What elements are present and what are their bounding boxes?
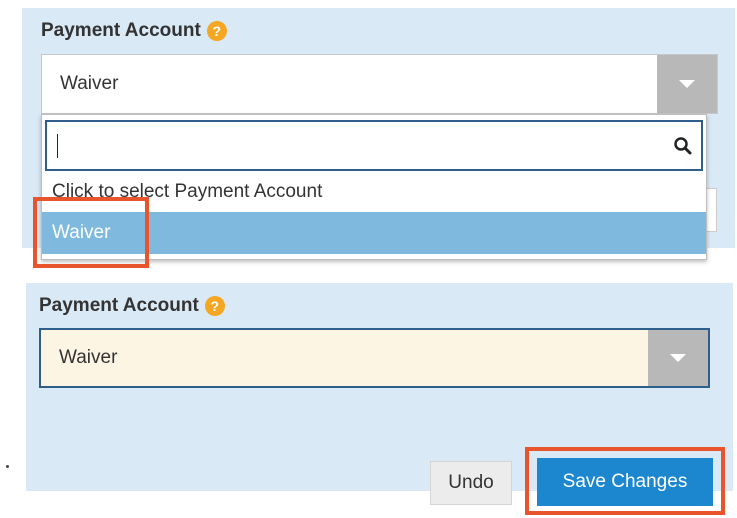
dropdown-search[interactable] — [45, 120, 703, 171]
dropdown-toggle[interactable] — [648, 330, 708, 386]
undo-button[interactable]: Undo — [430, 461, 512, 505]
option-waiver[interactable]: Waiver — [42, 212, 706, 254]
selected-value: Waiver — [59, 347, 118, 368]
chevron-down-icon — [679, 80, 695, 88]
dropdown-toggle[interactable] — [657, 55, 717, 113]
payment-account-label: Payment Account ? — [41, 20, 227, 42]
save-changes-button[interactable]: Save Changes — [537, 458, 713, 506]
question-mark-icon[interactable]: ? — [204, 296, 225, 316]
search-input[interactable] — [55, 128, 659, 164]
text-cursor — [57, 134, 58, 158]
option-placeholder[interactable]: Click to select Payment Account — [42, 171, 706, 212]
question-mark-icon[interactable]: ? — [206, 21, 227, 41]
payment-account-select[interactable]: Waiver — [41, 54, 718, 114]
label-text: Payment Account — [39, 295, 199, 316]
label-text: Payment Account — [41, 20, 201, 41]
selected-value: Waiver — [60, 73, 119, 94]
payment-account-select[interactable]: Waiver — [39, 328, 710, 388]
stray-dot — [6, 465, 9, 468]
payment-account-label: Payment Account ? — [39, 295, 225, 317]
dropdown-menu: Click to select Payment Account Waiver — [41, 114, 707, 260]
chevron-down-icon — [670, 354, 686, 362]
search-icon — [674, 137, 692, 155]
